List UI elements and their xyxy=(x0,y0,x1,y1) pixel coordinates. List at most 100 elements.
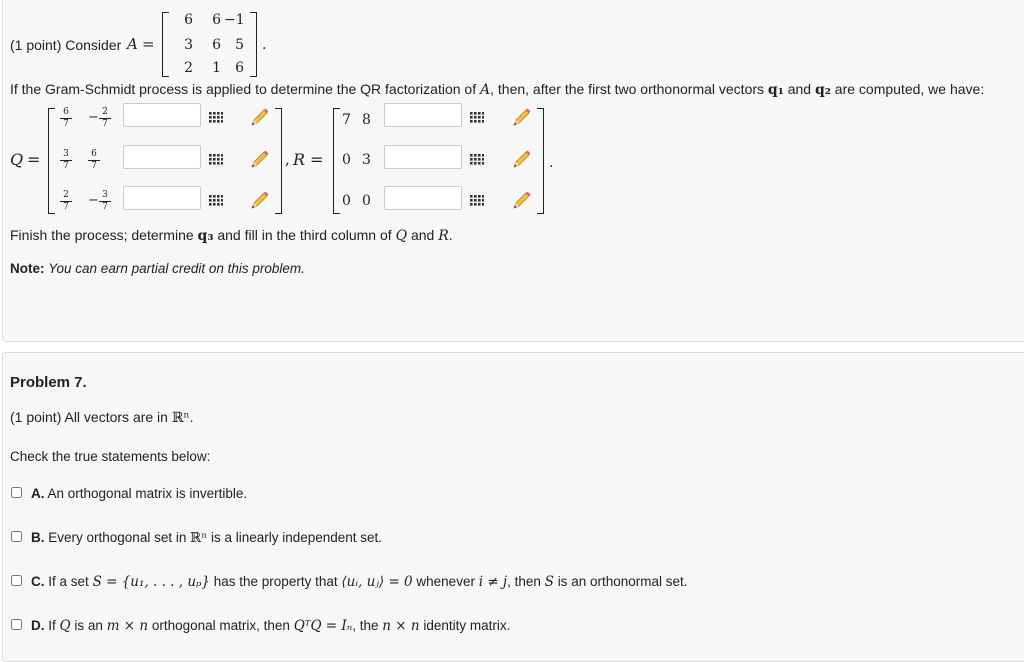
matrix-A-entry: 6 xyxy=(212,12,221,28)
finish-instructions: Finish the process; determine q₃ and fil… xyxy=(10,227,453,244)
note-text: You can earn partial credit on this prob… xyxy=(48,261,305,276)
pencil-icon[interactable] xyxy=(248,149,270,171)
q-entry-row2-col3-input[interactable] xyxy=(123,145,201,169)
points-text: (1 point) All vectors are in xyxy=(10,409,168,425)
option-d-label: D. If Q is an m × n orthogonal matrix, t… xyxy=(31,618,510,634)
option-text: orthogonal matrix, then xyxy=(151,618,290,633)
finish-q3: q₃ xyxy=(197,228,214,244)
option-letter: D. xyxy=(31,618,45,633)
option-d-checkbox[interactable] xyxy=(11,619,22,630)
intro-A: A xyxy=(480,82,491,98)
partial-credit-note: Note: You can earn partial credit on thi… xyxy=(10,261,305,276)
equals-sign: = xyxy=(310,150,324,169)
inner-product-expr: ⟨uᵢ, uⱼ⟩ = 0 xyxy=(341,574,413,590)
option-a-label: A. An orthogonal matrix is invertible. xyxy=(31,486,247,501)
check-instructions: Check the true statements below: xyxy=(10,449,211,464)
option-c-label: C. If a set S = {u₁, . . . , uₚ} has the… xyxy=(31,574,688,590)
matrix-R-entry: 0 xyxy=(342,193,351,209)
finish-Q: Q xyxy=(395,228,408,244)
q-entry-row1-col3-input[interactable] xyxy=(123,103,201,127)
matrix-A-entry: −1 xyxy=(224,12,245,28)
matrix-R-entry: 0 xyxy=(362,193,371,209)
matrix-grid-icon[interactable] xyxy=(209,152,224,165)
problem-7-panel xyxy=(2,352,1024,662)
equals-sign: = xyxy=(142,35,155,53)
matrix-A-left-bracket xyxy=(162,12,169,77)
pencil-icon[interactable] xyxy=(510,149,532,171)
finish-text-mid: and fill in the third column of xyxy=(217,227,392,243)
period: . xyxy=(549,155,554,171)
Rn-symbol: ℝⁿ xyxy=(190,530,208,546)
matrix-Q-fraction: 67 xyxy=(88,150,100,171)
option-b-checkbox[interactable] xyxy=(11,531,22,542)
intro-and: and xyxy=(787,81,812,97)
index-condition: i ≠ j xyxy=(478,574,508,590)
problem-6-intro: If the Gram-Schmidt process is applied t… xyxy=(10,81,984,98)
matrix-R-label: R xyxy=(293,150,306,169)
finish-and: and xyxy=(410,227,435,243)
matrix-A-entry: 6 xyxy=(235,60,244,76)
matrix-A-entry: 3 xyxy=(184,37,193,53)
matrix-A-right-bracket xyxy=(250,12,257,77)
orthogonality-equation: QᵀQ = Iₙ xyxy=(293,618,353,634)
matrix-Q-right-bracket xyxy=(275,108,282,214)
matrix-A-entry: 1 xyxy=(212,60,221,76)
matrix-R-left-bracket xyxy=(333,108,340,214)
option-text: is an orthonormal set. xyxy=(557,574,688,589)
intro-text-mid: , then, after the first two orthonormal … xyxy=(490,81,765,97)
set-S: S xyxy=(544,574,554,590)
matrix-grid-icon[interactable] xyxy=(470,152,485,165)
matrix-R-entry: 3 xyxy=(362,152,371,168)
period: . xyxy=(262,37,267,53)
problem-7-title: Problem 7. xyxy=(10,374,87,391)
matrix-A-entry: 2 xyxy=(184,60,193,76)
option-letter: B. xyxy=(31,530,45,545)
finish-text-pre: Finish the process; determine xyxy=(10,227,194,243)
minus-sign: − xyxy=(88,110,99,125)
option-text: has the property that xyxy=(213,574,338,589)
r-entry-row3-col3-input[interactable] xyxy=(384,186,462,210)
pencil-icon[interactable] xyxy=(510,190,532,212)
matrix-grid-icon[interactable] xyxy=(209,193,224,206)
dimension-expr: m × n xyxy=(106,618,149,634)
option-letter: A. xyxy=(31,486,45,501)
problem-7-points: (1 point) All vectors are in ℝⁿ. xyxy=(10,409,193,426)
r-entry-row2-col3-input[interactable] xyxy=(384,145,462,169)
intro-q2: q₂ xyxy=(814,82,831,98)
option-text: If xyxy=(48,618,56,633)
matrix-grid-icon[interactable] xyxy=(209,110,224,123)
Rn-symbol: ℝⁿ xyxy=(171,410,190,426)
problem-6-points: (1 point) Consider xyxy=(10,37,122,53)
intro-text-post: are computed, we have: xyxy=(834,81,985,97)
matrix-Q-label: Q xyxy=(10,150,24,169)
pencil-icon[interactable] xyxy=(248,190,270,212)
pencil-icon[interactable] xyxy=(510,107,532,129)
option-text: If a set xyxy=(48,574,89,589)
matrix-Q-fraction: 27 xyxy=(60,191,72,212)
option-text: is an xyxy=(74,618,103,633)
intro-q1: q₁ xyxy=(767,82,784,98)
option-text: , the xyxy=(352,618,379,633)
option-c-checkbox[interactable] xyxy=(11,575,22,586)
matrix-A-entry: 6 xyxy=(212,37,221,53)
comma: , xyxy=(285,150,290,168)
matrix-R-entry: 7 xyxy=(342,112,351,128)
dimension-expr: n × n xyxy=(382,618,420,634)
matrix-grid-icon[interactable] xyxy=(470,110,485,123)
note-label: Note: xyxy=(10,261,45,276)
matrix-Q-fraction: 67 xyxy=(60,108,72,129)
matrix-Q-fraction: 27 xyxy=(99,108,111,129)
q-entry-row3-col3-input[interactable] xyxy=(123,186,201,210)
matrix-Q-fraction: 37 xyxy=(99,191,111,212)
matrix-grid-icon[interactable] xyxy=(470,193,485,206)
finish-R: R xyxy=(438,228,449,244)
option-text: , then xyxy=(507,574,541,589)
r-entry-row1-col3-input[interactable] xyxy=(384,103,462,127)
pencil-icon[interactable] xyxy=(248,107,270,129)
option-text: An orthogonal matrix is invertible. xyxy=(47,486,248,501)
option-a-checkbox[interactable] xyxy=(11,487,22,498)
option-text: is a linearly independent set. xyxy=(210,530,383,545)
option-text: identity matrix. xyxy=(423,618,511,633)
option-text: whenever xyxy=(416,574,475,589)
matrix-A-label: A xyxy=(127,35,138,53)
